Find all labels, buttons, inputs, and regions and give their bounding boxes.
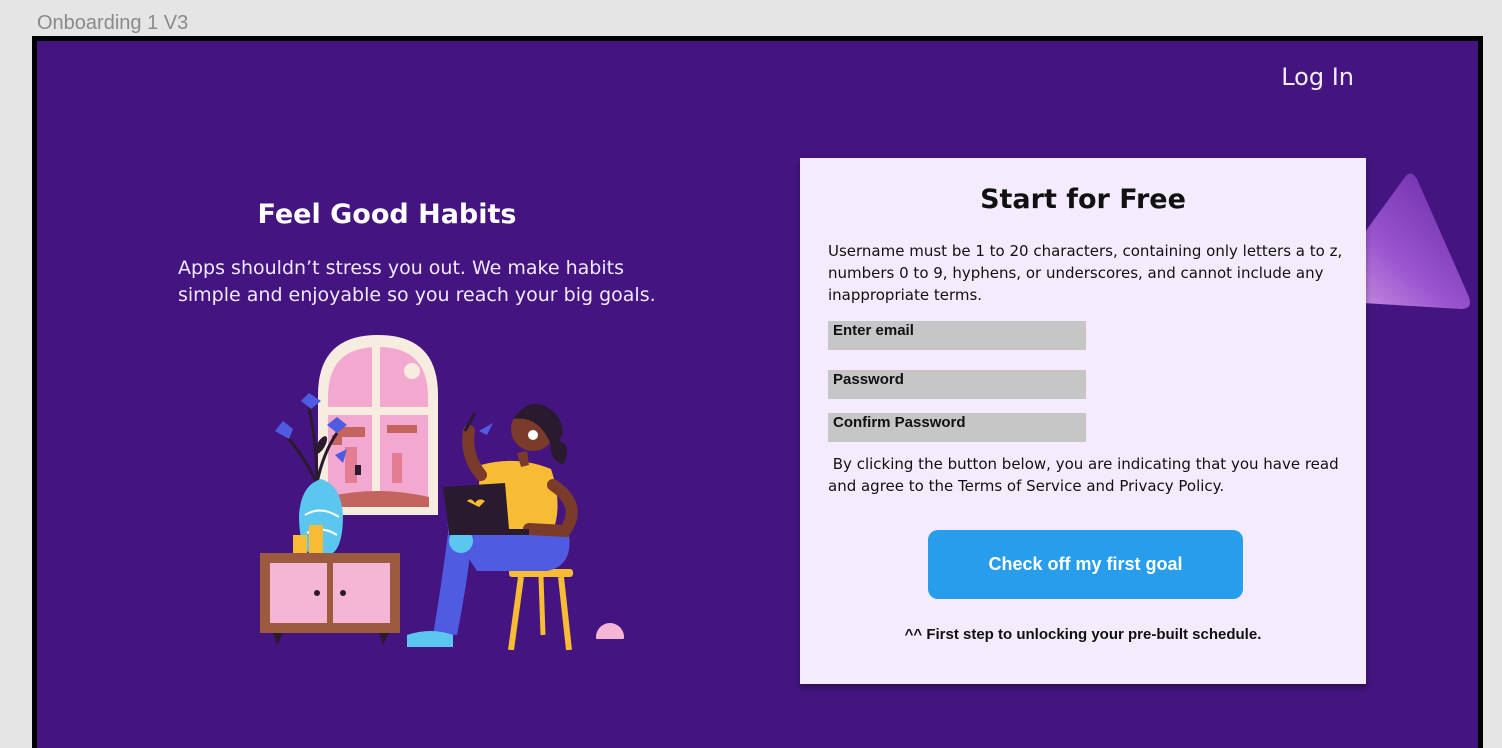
hero-text-line: Apps shouldn’t stress you out. We make h… [178, 257, 624, 279]
login-link[interactable]: Log In [1281, 63, 1354, 91]
terms-line: and agree to the Terms of Service and Pr… [828, 477, 1225, 495]
hero-text-line: simple and enjoyable so you reach your b… [178, 284, 656, 306]
woman-with-laptop-illustration [260, 335, 633, 650]
frame-label: Onboarding 1 V3 [37, 12, 189, 34]
confirm-password-label: Confirm Password [833, 414, 966, 431]
hero-text: Apps shouldn’t stress you out. We make h… [178, 255, 668, 309]
confirm-password-field[interactable]: Confirm Password [828, 413, 1086, 442]
signup-title: Start for Free [980, 184, 1186, 215]
email-label: Enter email [833, 322, 914, 339]
footnote-text: ^^ First step to unlocking your pre-buil… [904, 626, 1262, 643]
rules-line: numbers 0 to 9, hyphens, or underscores,… [828, 264, 1324, 282]
rules-line: inappropriate terms. [828, 286, 983, 304]
password-field[interactable]: Password [828, 370, 1086, 399]
terms-line: By clicking the button below, you are in… [828, 455, 1339, 473]
password-label: Password [833, 371, 904, 388]
onboarding-page: Log In Feel Good Habits Apps shouldn’t s… [37, 41, 1478, 748]
check-off-goal-button[interactable]: Check off my first goal [928, 530, 1243, 599]
hero-title: Feel Good Habits [257, 199, 517, 230]
signup-card: Start for Free Username must be 1 to 20 … [800, 158, 1366, 684]
email-field[interactable]: Enter email [828, 321, 1086, 350]
username-rules-text: Username must be 1 to 20 characters, con… [828, 240, 1343, 306]
terms-text: By clicking the button below, you are in… [828, 453, 1343, 497]
rules-line: Username must be 1 to 20 characters, con… [828, 242, 1343, 260]
